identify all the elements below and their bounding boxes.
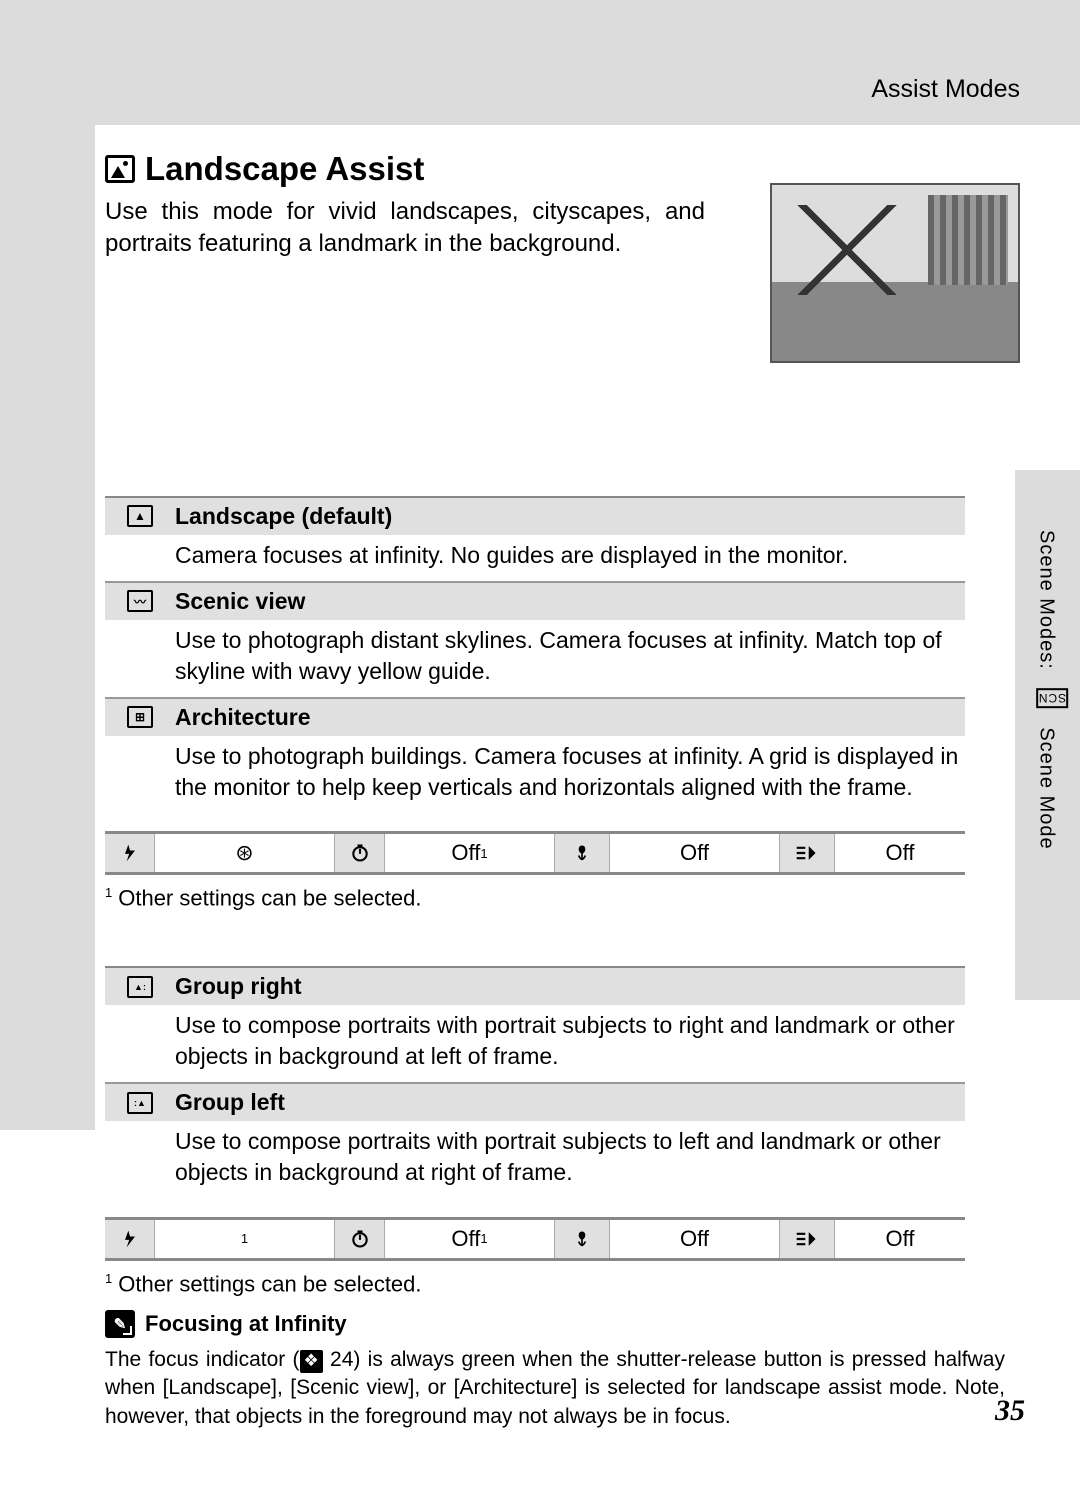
mode-table-2: ▲: Group right Use to compose portraits … — [105, 966, 965, 1198]
settings-bar-2: 1 Off1 Off Off — [105, 1217, 965, 1261]
info-title-row: ✎ Focusing at Infinity — [105, 1310, 1005, 1338]
group-left-icon: :▲ — [105, 1092, 175, 1114]
footnote-text: Other settings can be selected. — [118, 1271, 421, 1296]
timer-value-text: Off — [451, 840, 480, 866]
main-content: Landscape Assist Use this mode for vivid… — [105, 150, 1020, 1297]
exposure-comp-icon — [780, 834, 835, 872]
exposure-value: Off — [835, 834, 965, 872]
mode-desc: Use to compose portraits with portrait s… — [105, 1121, 965, 1198]
mode-name: Scenic view — [175, 588, 305, 615]
scene-mode-icon: SCN — [1036, 689, 1068, 709]
mode-name: Architecture — [175, 704, 310, 731]
mode-header: ▲: Group right — [105, 966, 965, 1005]
scenic-view-icon: 〰 — [105, 590, 175, 612]
landscape-default-icon: ▲ — [105, 505, 175, 527]
mode-desc: Use to compose portraits with portrait s… — [105, 1005, 965, 1082]
side-a: Scene Modes: — [1036, 530, 1058, 676]
sup: 1 — [480, 1231, 487, 1246]
info-title-text: Focusing at Infinity — [145, 1311, 347, 1337]
exposure-comp-icon — [780, 1220, 835, 1258]
mode-header: ▲ Landscape (default) — [105, 496, 965, 535]
page-ref-icon: ❖ — [300, 1350, 323, 1373]
architecture-icon: ⊞ — [105, 706, 175, 728]
footnote-1: 1Other settings can be selected. — [105, 885, 1020, 911]
macro-value: Off — [610, 834, 780, 872]
macro-value: Off — [610, 1220, 780, 1258]
timer-value-text: Off — [451, 1226, 480, 1252]
title-text: Landscape Assist — [145, 150, 424, 188]
macro-icon — [555, 1220, 610, 1258]
footnote-2: 1Other settings can be selected. — [105, 1271, 1020, 1297]
flash-value-text: ⊛ — [235, 840, 253, 866]
mode-desc: Camera focuses at infinity. No guides ar… — [105, 535, 965, 581]
info-text-a: The focus indicator ( — [105, 1348, 300, 1371]
note-icon: ✎ — [105, 1310, 135, 1338]
info-text: The focus indicator (❖ 24) is always gre… — [105, 1346, 1005, 1431]
mode-name: Landscape (default) — [175, 503, 392, 530]
self-timer-icon — [335, 834, 385, 872]
group-right-icon: ▲: — [105, 976, 175, 998]
page-number: 35 — [995, 1394, 1025, 1428]
intro-text: Use this mode for vivid landscapes, city… — [105, 196, 705, 261]
flash-value: 1 — [155, 1220, 335, 1258]
mode-table-1: ▲ Landscape (default) Camera focuses at … — [105, 496, 965, 813]
macro-icon — [555, 834, 610, 872]
landscape-icon — [105, 155, 135, 183]
mode-name: Group left — [175, 1089, 285, 1116]
exposure-value: Off — [835, 1220, 965, 1258]
timer-value: Off1 — [385, 1220, 555, 1258]
self-timer-icon — [335, 1220, 385, 1258]
page-top-band — [0, 0, 1080, 125]
mode-desc: Use to photograph distant skylines. Came… — [105, 620, 965, 697]
section-header: Assist Modes — [871, 75, 1020, 104]
timer-value: Off1 — [385, 834, 555, 872]
settings-bar-1: ⊛ Off1 Off Off — [105, 831, 965, 875]
footnote-text: Other settings can be selected. — [118, 885, 421, 910]
sup: 1 — [241, 1231, 248, 1246]
mode-header: 〰 Scenic view — [105, 581, 965, 620]
flash-icon — [105, 1220, 155, 1258]
info-box: ✎ Focusing at Infinity The focus indicat… — [105, 1310, 1005, 1431]
sample-photo — [770, 183, 1020, 363]
flash-value: ⊛ — [155, 834, 335, 872]
mode-desc: Use to photograph buildings. Camera focu… — [105, 736, 965, 813]
thumb-tab-label: Scene Modes: SCN Scene Mode — [1035, 530, 1062, 850]
side-b: Scene Mode — [1036, 721, 1058, 850]
mode-header: :▲ Group left — [105, 1082, 965, 1121]
mode-header: ⊞ Architecture — [105, 697, 965, 736]
flash-icon — [105, 834, 155, 872]
mode-name: Group right — [175, 973, 301, 1000]
page-side-band — [0, 0, 95, 1130]
sup: 1 — [480, 846, 487, 861]
